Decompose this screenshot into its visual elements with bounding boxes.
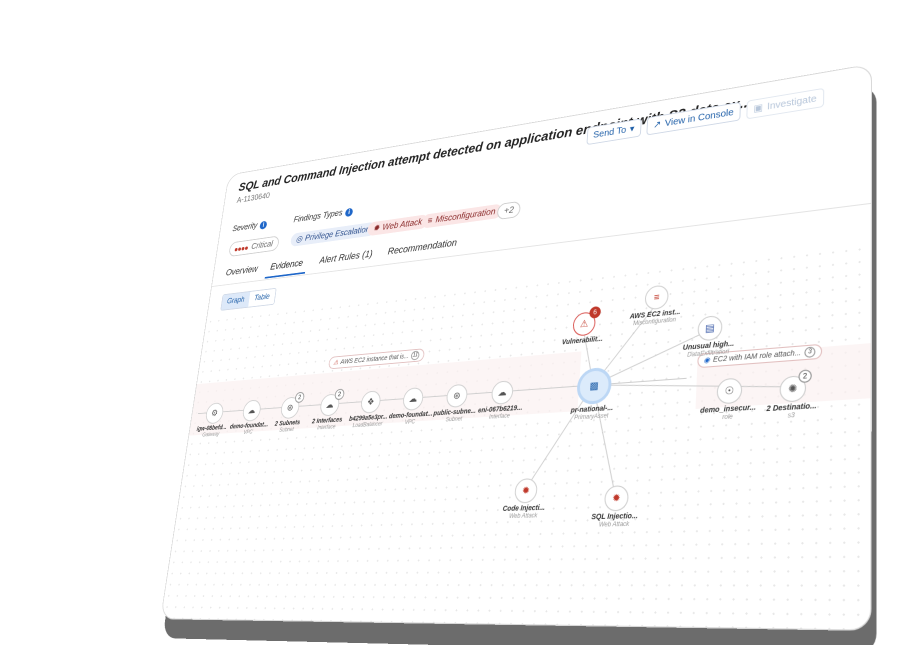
sliders-icon: ≡ <box>427 215 433 226</box>
node-label: Code Injecti... Web Attack <box>502 504 546 521</box>
edge <box>198 378 687 413</box>
finding-chip-label: Misconfiguration <box>435 206 496 225</box>
cloud-icon: ☁ <box>497 386 508 399</box>
warning-icon: ⚠ <box>579 318 589 330</box>
node-label: demo-foundat... VPC <box>229 421 269 436</box>
info-icon[interactable]: i <box>344 207 354 217</box>
cpu-icon: ▩ <box>589 380 599 392</box>
node-label: b4299a5e3pr... LoadBalancer <box>348 413 388 430</box>
node-label: demo_insecur... role <box>699 404 757 422</box>
info-icon[interactable]: i <box>259 220 268 230</box>
investigate-button[interactable]: ▣ Investigate <box>746 87 825 120</box>
alert-icon: ⚠ <box>332 359 339 367</box>
pill-count: 3 <box>804 346 816 359</box>
node-label: 2 Subnets Subnet <box>274 419 301 434</box>
investigate-icon: ▣ <box>753 102 764 115</box>
node-label: 2 Destinatio... s3 <box>766 402 817 420</box>
alert-title: SQL and Command Injection attempt detect… <box>237 94 753 195</box>
finding-chip-label: Privilege Escalation <box>304 224 371 243</box>
findings-label-text: Findings Types <box>293 208 343 225</box>
edge <box>592 371 792 400</box>
network-icon: ⊛ <box>286 402 294 413</box>
send-to-label: Send To <box>592 124 627 141</box>
more-findings-chip[interactable]: +2 <box>496 200 522 221</box>
finding-chip-label: Web Attack <box>381 217 423 233</box>
chip-icon: ❖ <box>366 396 375 408</box>
finding-chip-web-attack[interactable]: ✹ Web Attack <box>366 214 429 237</box>
alert-detail-card: SQL and Command Injection attempt detect… <box>160 63 873 631</box>
finding-chip-misconfiguration[interactable]: ≡ Misconfiguration <box>421 203 502 229</box>
tab-recommendation[interactable]: Recommendation <box>387 238 457 258</box>
network-icon: ⊛ <box>452 390 462 402</box>
shield-icon: ☉ <box>724 384 735 398</box>
spinner-icon: ✺ <box>788 382 798 396</box>
external-link-icon: ↗ <box>653 119 662 131</box>
graph-view-button[interactable]: Graph <box>221 291 251 310</box>
bug-icon: ✹ <box>372 223 380 234</box>
pill-count: 11 <box>410 350 420 361</box>
node-label: igw-08befd... Gateway <box>196 424 228 439</box>
chevron-down-icon: ▾ <box>629 123 635 135</box>
cloud-icon: ☁ <box>408 393 418 405</box>
finding-chip-privilege-escalation[interactable]: ◎ Privilege Escalation <box>290 221 377 247</box>
node-label: pr-national-... PrimaryAsset <box>570 404 614 422</box>
node-label: eni-067b6219... Interface <box>477 404 523 421</box>
severity-label: Severity i <box>232 220 268 234</box>
tab-overview[interactable]: Overview <box>225 264 258 278</box>
node-label: SQL Injectio... Web Attack <box>591 512 638 529</box>
view-toggle: Graph Table <box>220 287 277 311</box>
severity-value: Critical <box>250 239 274 252</box>
bug-icon: ✹ <box>611 492 621 505</box>
severity-badge: Critical <box>228 235 280 258</box>
fingerprint-icon: ◎ <box>295 234 303 245</box>
database-icon: ▤ <box>704 322 715 335</box>
bug-icon: ✹ <box>521 484 531 497</box>
cloud-icon: ☁ <box>325 399 335 411</box>
tab-alert-rules[interactable]: Alert Rules (1) <box>319 249 373 266</box>
severity-label-text: Severity <box>231 221 258 234</box>
table-view-button[interactable]: Table <box>248 289 275 307</box>
severity-dots-icon <box>234 243 249 254</box>
cloud-icon: ☁ <box>247 405 257 416</box>
findings-types-label: Findings Types i <box>293 207 354 225</box>
stage: SQL and Command Injection attempt detect… <box>0 0 914 645</box>
node-label: 2 Interfaces Interface <box>311 416 343 432</box>
sliders-icon: ≡ <box>653 291 660 304</box>
investigate-label: Investigate <box>766 93 817 112</box>
node-label: public-subne... Subnet <box>433 407 477 424</box>
gateway-icon: ⚙ <box>210 408 219 419</box>
node-label: demo-foundat... VPC <box>388 410 433 426</box>
tab-evidence[interactable]: Evidence <box>270 258 304 272</box>
